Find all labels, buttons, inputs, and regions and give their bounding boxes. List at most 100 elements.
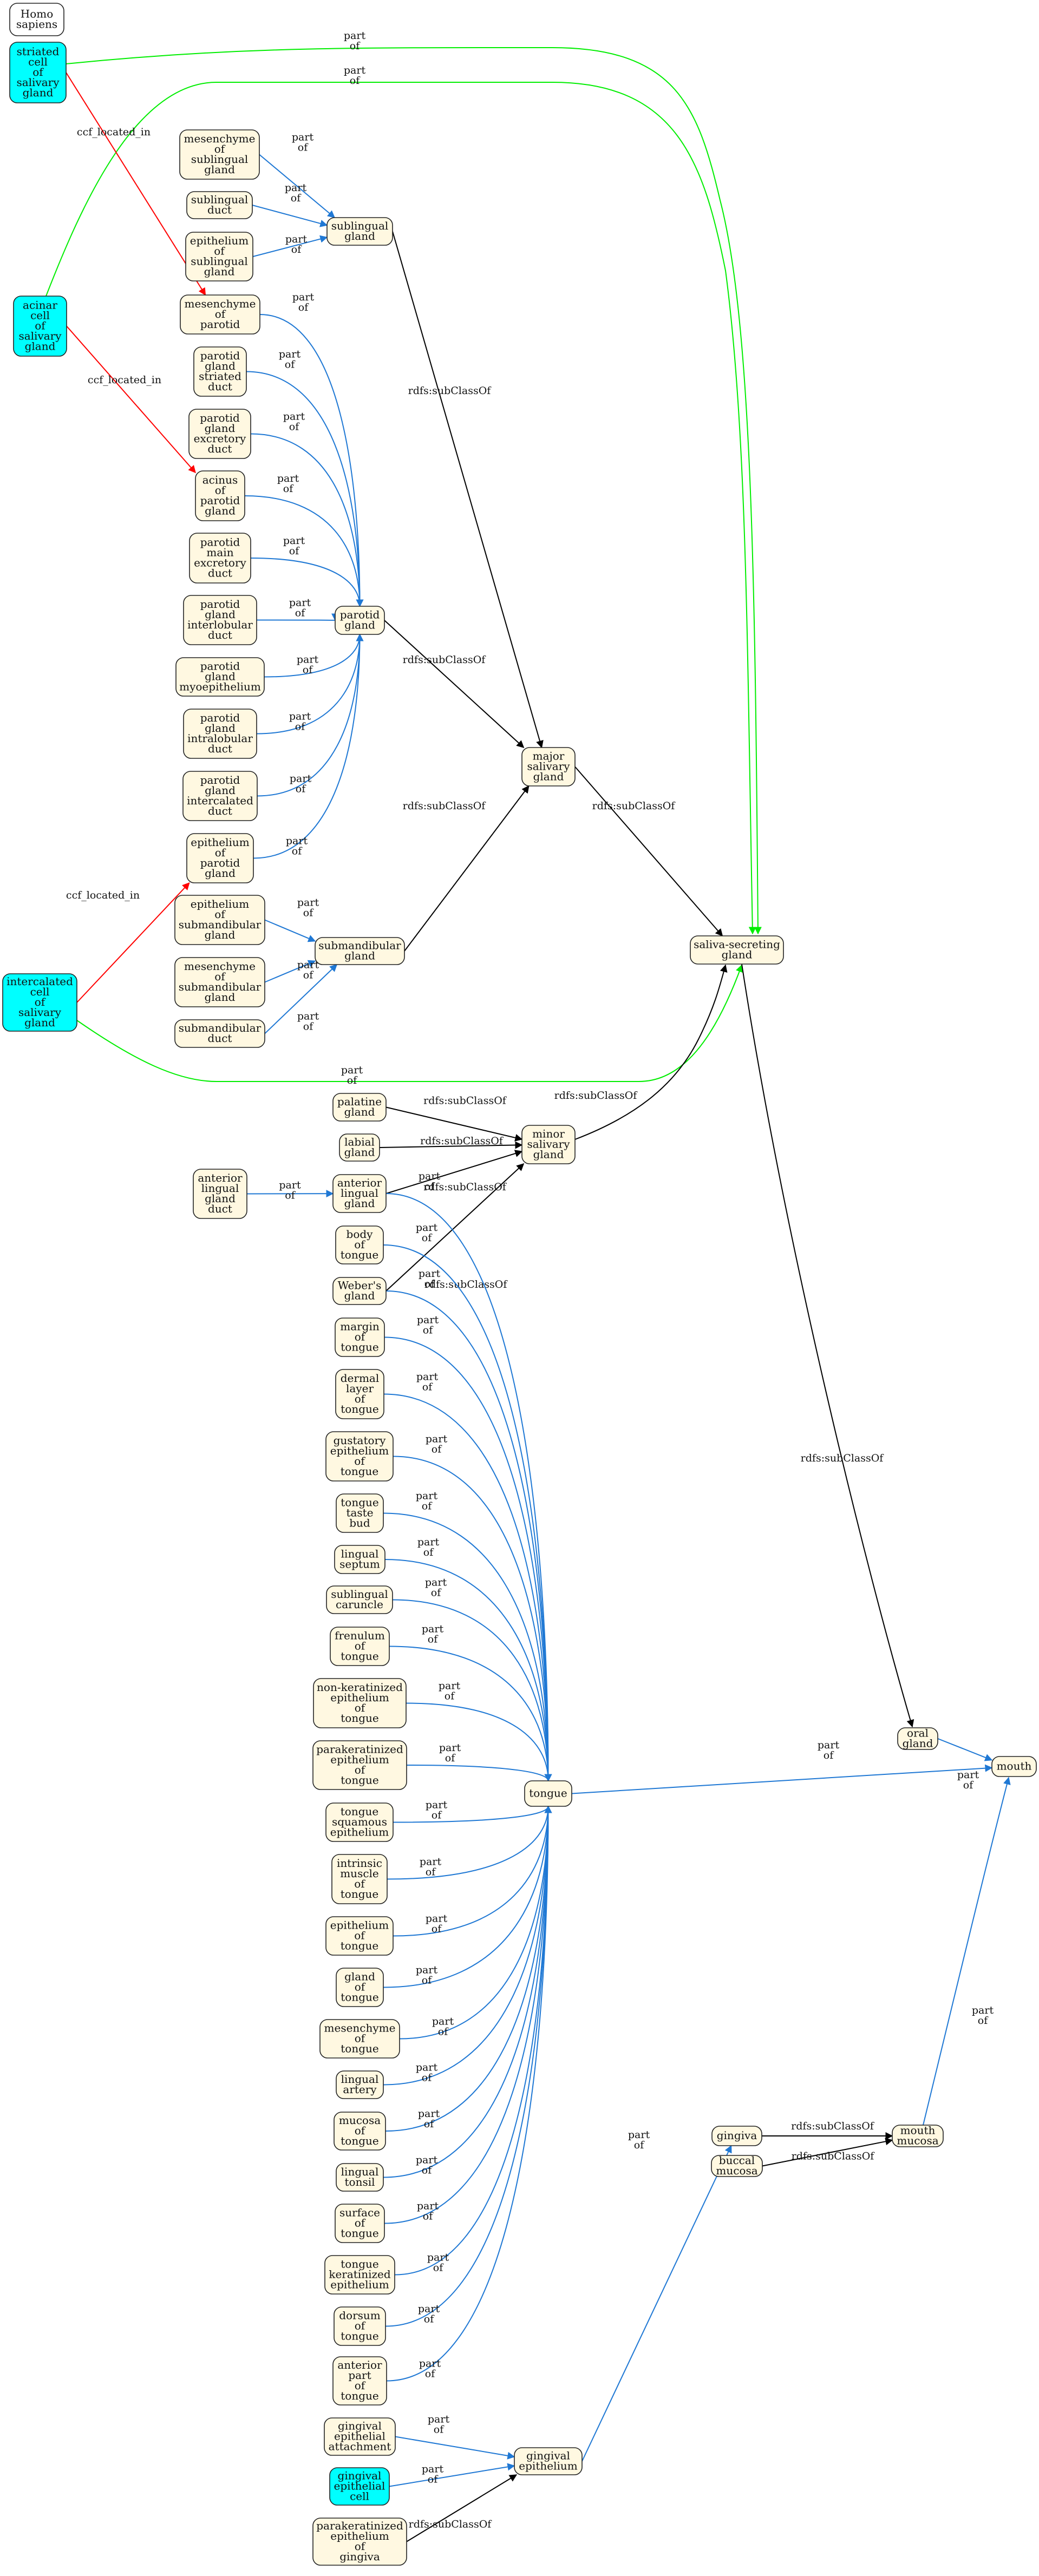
node-parakeratinized-tongue[interactable]: parakeratinized epithelium of tongue (312, 1740, 407, 1790)
node-dorsum-tongue[interactable]: dorsum of tongue (334, 2306, 386, 2346)
edge-label: part of (283, 411, 305, 433)
node-label-line: duct (208, 804, 232, 817)
node-label-line: gland (344, 1197, 375, 1210)
edge-label: part of (277, 473, 299, 495)
node-parotid-interlobular[interactable]: parotid gland interlobular duct (183, 595, 257, 645)
node-labial-gland[interactable]: labial gland (339, 1133, 380, 1162)
node-mes-submand[interactable]: mesenchyme of submandibular gland (174, 957, 265, 1007)
node-submand-duct[interactable]: submandibular duct (174, 1019, 265, 1048)
node-lingual-tonsil[interactable]: lingual tonsil (336, 2163, 384, 2192)
node-palatine-gland[interactable]: palatine gland (332, 1093, 387, 1122)
node-gingival-epithelium[interactable]: gingival epithelium (514, 2447, 583, 2475)
node-label-line: tongue (341, 1650, 378, 1663)
edge-label: part of (279, 349, 301, 371)
node-gingival-attachment[interactable]: gingival epithelial attachment (324, 2417, 396, 2456)
node-label-line: tongue (341, 2330, 378, 2343)
node-epi-tongue[interactable]: epithelium of tongue (325, 1916, 394, 1956)
edges-layer: part of part of part of ccf_located_in ccf_loca… (45, 30, 1011, 2542)
edge-label-line: rdfs:subClassOf (554, 1090, 638, 1102)
node-label-line: duct (208, 567, 232, 580)
node-dermal-layer[interactable]: dermal layer of tongue (335, 1369, 384, 1419)
node-sublingual-duct[interactable]: sublingual duct (186, 191, 253, 219)
node-parotid-gland[interactable]: parotid gland (335, 606, 385, 635)
node-tongue-keratinized[interactable]: tongue keratinized epithelium (324, 2255, 395, 2295)
node-label: Homo sapiens (16, 8, 57, 31)
node-parotid-intralobular[interactable]: parotid gland intralobular duct (183, 709, 257, 759)
node-striated-cell[interactable]: striated cell of salivary gland (9, 42, 67, 103)
node-parotid-main-excretory[interactable]: parotid main excretory duct (189, 533, 251, 584)
node-gingival-epithelial-cell[interactable]: gingival epithelial cell (329, 2467, 390, 2506)
edge-label-line: rdfs:subClassOf (792, 2151, 875, 2162)
node-body-tongue[interactable]: body of tongue (335, 1225, 384, 1264)
node-buccal-mucosa[interactable]: buccal mucosa (711, 2154, 763, 2177)
node-mucosa-tongue[interactable]: mucosa of tongue (334, 2112, 386, 2151)
node-intrinsic-muscle[interactable]: intrinsic muscle of tongue (331, 1854, 388, 1904)
edge-line (66, 72, 206, 296)
node-submand-gland[interactable]: submandibular gland (315, 937, 405, 965)
node-acinus-parotid[interactable]: acinus of parotid gland (195, 470, 245, 521)
node-epi-submand[interactable]: epithelium of submandibular gland (174, 895, 265, 945)
edge-label-line: of (285, 1189, 296, 1201)
node-mouth[interactable]: mouth (991, 1756, 1037, 1777)
node-label-line: tongue (341, 2134, 378, 2147)
node-parotid-excretory[interactable]: parotid gland excretory duct (188, 409, 251, 459)
node-nonkeratinized[interactable]: non-keratinized epithelium of tongue (313, 1678, 407, 1728)
node-label-line: gland (205, 991, 236, 1004)
node-lingual-septum[interactable]: lingual septum (334, 1545, 385, 1574)
node-homo-sapiens[interactable]: Homo sapiens (9, 3, 64, 36)
node-ant-lingual-gland[interactable]: anterior lingual gland (332, 1174, 387, 1213)
node-oral-gland[interactable]: oral gland (897, 1727, 938, 1750)
node-minor-salivary[interactable]: minor salivary gland (521, 1125, 576, 1164)
node-label-line: tonsil (344, 2175, 375, 2188)
node-mes-tongue[interactable]: mesenchyme of tongue (319, 2019, 400, 2059)
node-surface-tongue[interactable]: surface of tongue (335, 2204, 385, 2243)
edge-minor-salivary-to-saliva-secreting: rdfs:subClassOf (554, 964, 728, 1140)
node-webers-gland[interactable]: Weber's gland (332, 1277, 387, 1305)
edge-label: part of (341, 1064, 363, 1086)
edge-label: part of (426, 1799, 448, 1821)
edge-line (386, 1805, 552, 2382)
edge-label-line: of (423, 1546, 434, 1558)
node-mouth-mucosa[interactable]: mouth mucosa (892, 2124, 944, 2147)
node-parotid-intercalated[interactable]: parotid gland intercalated duct (182, 771, 258, 821)
node-parotid-striated[interactable]: parotid gland striated duct (193, 346, 247, 397)
node-major-salivary[interactable]: major salivary gland (521, 747, 576, 786)
node-label-line: tongue (341, 2042, 378, 2055)
node-anterior-part-tongue[interactable]: anterior part of tongue (332, 2356, 387, 2405)
edge-label: rdfs:subClassOf (592, 800, 676, 812)
edge-label-line: rdfs:subClassOf (403, 654, 487, 666)
node-lingual-artery[interactable]: lingual artery (336, 2070, 384, 2099)
edge-label: rdfs:subClassOf (403, 654, 487, 666)
edge-label-line: of (303, 907, 314, 919)
node-parakeratinized-gingiva[interactable]: parakeratinized epithelium of gingiva (312, 2518, 407, 2566)
node-ant-lingual-duct[interactable]: anterior lingual gland duct (193, 1169, 247, 1219)
node-epi-parotid[interactable]: epithelium of parotid gland (186, 833, 254, 883)
node-epi-sublingual[interactable]: epithelium of sublingual gland (185, 232, 253, 281)
node-sublingual-caruncle[interactable]: sublingual caruncle (326, 1585, 393, 1614)
edge-line (384, 620, 525, 748)
node-mes-parotid[interactable]: mesenchyme of parotid (180, 294, 260, 335)
node-label-line: gland (344, 1105, 375, 1118)
node-parotid-myoepithelium[interactable]: parotid gland myoepithelium (175, 657, 265, 697)
edge-label-line: of (422, 1232, 433, 1244)
node-tongue-squamous[interactable]: tongue squamous epithelium (325, 1802, 394, 1842)
node-gingiva[interactable]: gingiva (711, 2126, 762, 2146)
edge-label-line: of (445, 1690, 455, 1702)
node-frenulum[interactable]: frenulum of tongue (330, 1627, 390, 1666)
node-gustatory-epi[interactable]: gustatory epithelium of tongue (325, 1431, 394, 1482)
edge-line (389, 2463, 515, 2487)
node-tongue[interactable]: tongue (524, 1780, 572, 1807)
node-intercalated-cell[interactable]: intercalated cell of salivary gland (2, 973, 77, 1032)
node-mes-sublingual[interactable]: mesenchyme of sublingual gland (179, 129, 260, 180)
node-label-line: epithelium (330, 1826, 389, 1839)
edge-label-line: of (296, 783, 306, 795)
node-taste-bud[interactable]: tongue taste bud (336, 1493, 384, 1533)
edge-lingual-tonsil-to-tongue: part of (383, 1805, 552, 2178)
node-sublingual-gland[interactable]: sublingual gland (326, 217, 393, 246)
node-acinar-cell[interactable]: acinar cell of salivary gland (13, 296, 67, 357)
node-margin-tongue[interactable]: margin of tongue (335, 1318, 385, 1357)
node-saliva-secreting[interactable]: saliva-secreting gland (690, 935, 784, 965)
node-gland-tongue[interactable]: gland of tongue (336, 1968, 384, 2007)
edge-label: rdfs:subClassOf (423, 1095, 507, 1107)
edge-label: part of (426, 1433, 448, 1456)
